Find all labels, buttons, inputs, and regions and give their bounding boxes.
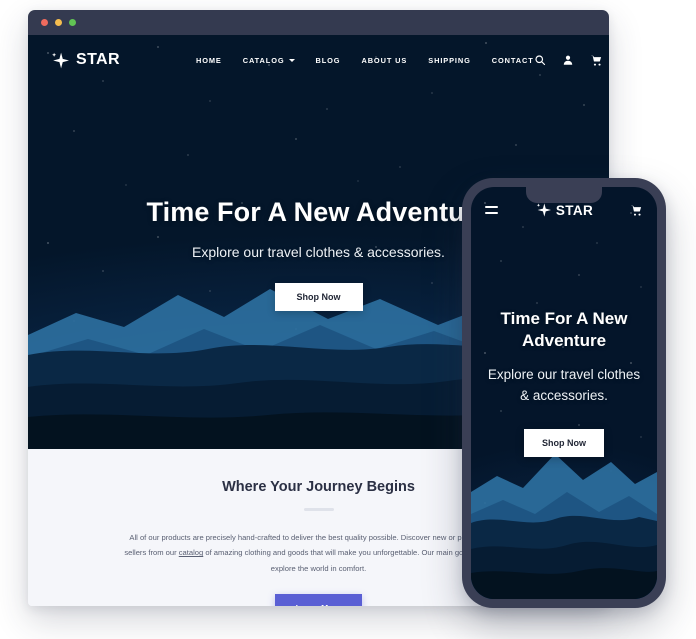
phone-mockup: STAR Time For A New Adventure Explore ou… — [462, 178, 666, 608]
phone-navigation-bar: STAR — [471, 187, 657, 233]
phone-screen: STAR Time For A New Adventure Explore ou… — [471, 187, 657, 599]
desktop-navigation-bar: STAR HOME CATALOG BLOG ABOUT US SHIPPING — [28, 35, 609, 85]
shop-now-button[interactable]: Shop Now — [524, 428, 604, 457]
sparkle-star-icon — [536, 203, 551, 217]
catalog-link[interactable]: catalog — [179, 548, 204, 557]
menu-item-about-us[interactable]: ABOUT US — [361, 56, 407, 65]
hero-title: Time For A New Adventure — [500, 309, 628, 351]
menu-item-home[interactable]: HOME — [196, 56, 222, 65]
desktop-action-icons — [534, 54, 603, 67]
menu-item-label: BLOG — [315, 55, 341, 65]
hero-subtitle: Explore our travel clothes & accessories… — [487, 366, 641, 403]
learn-more-button[interactable]: Learn More — [274, 593, 363, 606]
shopping-cart-icon[interactable] — [590, 54, 603, 67]
menu-item-blog[interactable]: BLOG — [316, 56, 341, 65]
menu-item-label: CATALOG — [242, 55, 285, 65]
menu-item-shipping[interactable]: SHIPPING — [428, 56, 471, 65]
window-maximize-button[interactable] — [69, 19, 76, 26]
brand-logo[interactable]: STAR — [535, 202, 593, 218]
forest-silhouette — [471, 515, 657, 599]
chevron-down-icon — [288, 58, 295, 62]
window-minimize-button[interactable] — [55, 19, 62, 26]
menu-item-label: ABOUT US — [361, 55, 408, 65]
menu-item-contact[interactable]: CONTACT — [492, 56, 534, 65]
sparkle-star-icon — [52, 52, 69, 68]
user-account-icon[interactable] — [562, 54, 574, 66]
window-close-button[interactable] — [41, 19, 48, 26]
desktop-menu: HOME CATALOG BLOG ABOUT US SHIPPING CONT… — [196, 56, 534, 65]
hamburger-menu-icon[interactable] — [485, 206, 498, 214]
menu-item-label: CONTACT — [491, 55, 534, 65]
brand-name: STAR — [555, 202, 594, 218]
section-body-text: All of our products are precisely hand-c… — [124, 530, 514, 577]
brand-logo[interactable]: STAR — [50, 51, 120, 70]
search-icon[interactable] — [534, 54, 546, 66]
phone-hero-content: Time For A New Adventure Explore our tra… — [471, 308, 657, 457]
shop-now-button[interactable]: Shop Now — [274, 283, 363, 311]
browser-titlebar — [28, 10, 609, 35]
brand-name: STAR — [76, 51, 120, 68]
section-divider — [303, 508, 334, 511]
menu-item-label: HOME — [195, 55, 222, 65]
shopping-cart-icon[interactable] — [630, 204, 643, 217]
menu-item-catalog[interactable]: CATALOG — [243, 56, 295, 65]
menu-item-label: SHIPPING — [428, 55, 471, 65]
